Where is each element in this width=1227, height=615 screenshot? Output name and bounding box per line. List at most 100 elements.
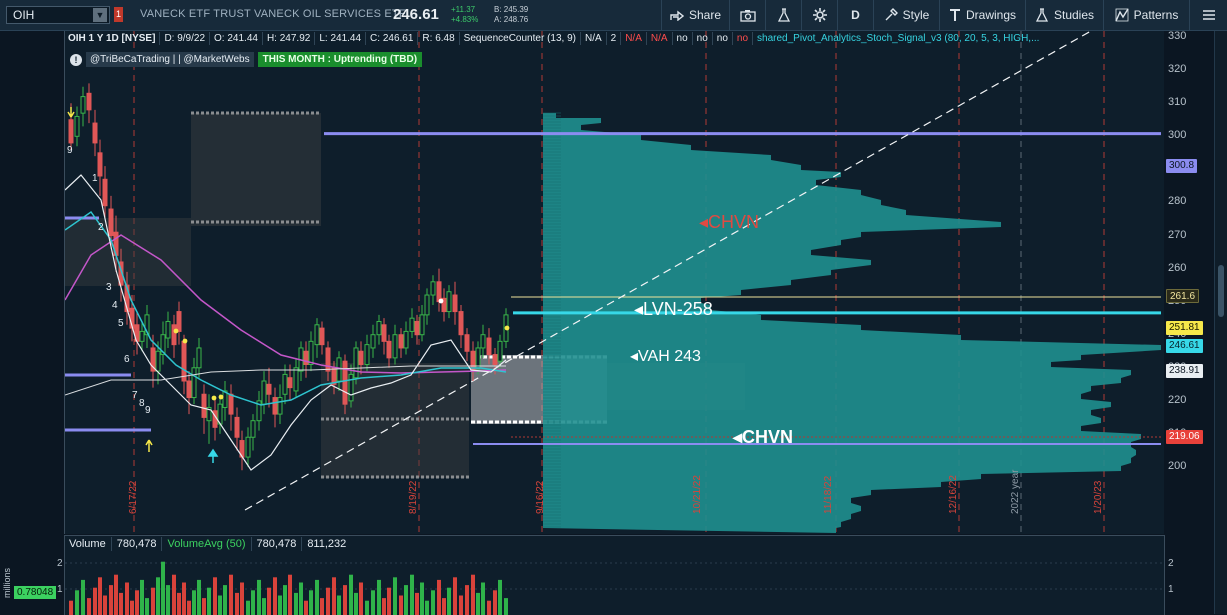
left-gutter xyxy=(0,31,64,614)
volume-bar xyxy=(415,593,419,615)
candle-body xyxy=(481,335,485,348)
volume-bar xyxy=(359,583,363,615)
volume-bar xyxy=(453,577,457,615)
candle-body xyxy=(81,97,85,114)
volume-bar xyxy=(161,562,165,615)
candle-body xyxy=(415,321,419,334)
study-sequence-counter[interactable]: SequenceCounter (13, 9) xyxy=(460,32,581,45)
price-axis-label: 300 xyxy=(1168,129,1186,141)
scrollbar-thumb[interactable] xyxy=(1218,265,1224,317)
volume-avg-label[interactable]: VolumeAvg (50) xyxy=(162,537,251,551)
study-value: N/A xyxy=(621,32,647,45)
volume-bar xyxy=(471,575,475,615)
volume-bar xyxy=(320,598,324,615)
volume-bar xyxy=(304,601,308,615)
volume-bar xyxy=(187,601,191,615)
volume-bar xyxy=(235,593,239,615)
vertical-scrollbar[interactable] xyxy=(1214,31,1227,614)
chevron-down-icon[interactable]: ▼ xyxy=(93,8,107,22)
volume-bar xyxy=(420,583,424,615)
lvn-annotation: ◂LVN-258 xyxy=(634,299,713,320)
settings-button[interactable] xyxy=(801,0,837,30)
volume-bar xyxy=(229,575,233,615)
volume-bar xyxy=(151,588,155,615)
top-toolbar: ▼ 1 VANECK ETF TRUST VANECK OIL SERVICES… xyxy=(0,0,1227,31)
volume-study-label[interactable]: Volume xyxy=(64,537,112,551)
candle-body xyxy=(288,378,292,388)
studies-flask-icon xyxy=(1035,8,1049,22)
volume-bar xyxy=(267,588,271,615)
price-axis-label: 220 xyxy=(1168,394,1186,406)
level-price-tag: 219.06 xyxy=(1166,430,1203,444)
bar-date: D: 9/9/22 xyxy=(160,32,210,45)
candle-body xyxy=(354,348,358,378)
study-pivot-analytics[interactable]: shared_Pivot_Analytics_Stoch_Signal_v3 (… xyxy=(753,32,1043,45)
volume-header: Volume 780,478 VolumeAvg (50) 780,478 81… xyxy=(64,537,351,551)
snapshot-button[interactable] xyxy=(729,0,765,30)
trend-label: THIS MONTH : Uptrending (TBD) xyxy=(258,52,422,67)
chvn-bottom-annotation: ◂CHVN xyxy=(733,427,793,448)
volume-bar xyxy=(393,577,397,615)
flask-button[interactable] xyxy=(765,0,801,30)
symbol-input[interactable] xyxy=(7,7,91,23)
volume-bar xyxy=(481,583,485,615)
drawings-label: Drawings xyxy=(966,8,1016,22)
volume-axis-title: millions xyxy=(2,568,12,598)
buy-arrow-icon xyxy=(146,440,152,452)
chart-label[interactable]: OIH 1 Y 1D [NYSE] xyxy=(64,32,160,45)
candle-body xyxy=(382,325,386,342)
candle-body xyxy=(166,321,170,338)
volume-value: 780,478 xyxy=(112,537,163,551)
candle-body xyxy=(387,341,391,358)
style-label: Style xyxy=(903,8,930,22)
date-label: 9/16/22 xyxy=(535,481,546,514)
volume-bar xyxy=(192,590,196,615)
price-axis-label: 200 xyxy=(1168,460,1186,472)
style-button[interactable]: Style xyxy=(873,0,939,30)
date-label: 6/17/22 xyxy=(128,481,139,514)
sequence-count-label: 6 xyxy=(124,354,130,365)
candle-body xyxy=(202,394,206,417)
candle-body xyxy=(410,318,414,331)
volume-bar xyxy=(130,601,134,615)
candle-body xyxy=(326,348,330,371)
study-header: OIH 1 Y 1D [NYSE] D: 9/9/22 O: 241.44 H:… xyxy=(64,31,1043,46)
studies-button[interactable]: Studies xyxy=(1025,0,1103,30)
sequence-count-label: 7 xyxy=(132,390,138,401)
bar-high: H: 247.92 xyxy=(263,32,315,45)
volume-bar xyxy=(365,601,369,615)
candle-body xyxy=(140,331,144,341)
gear-icon xyxy=(813,8,827,22)
candle-body xyxy=(93,123,97,143)
level-price-tag: 238.91 xyxy=(1166,364,1203,378)
share-button[interactable]: Share xyxy=(661,0,729,30)
study-value: no xyxy=(693,32,713,45)
menu-button[interactable] xyxy=(1189,0,1227,30)
patterns-button[interactable]: Patterns xyxy=(1103,0,1189,30)
volume-bar xyxy=(114,575,118,615)
volume-bar xyxy=(387,588,391,615)
volume-bar xyxy=(140,580,144,615)
volume-bar xyxy=(309,590,313,615)
volume-axis-label: 1 xyxy=(1168,584,1174,595)
symbol-selector[interactable]: ▼ xyxy=(6,6,110,24)
candle-body xyxy=(109,209,113,235)
candle-body xyxy=(349,374,353,400)
volume-current-tag: 0.78048 xyxy=(14,586,56,599)
price-chart[interactable] xyxy=(64,31,1165,534)
volume-bar xyxy=(119,593,123,615)
notice-icon[interactable]: ! xyxy=(70,54,82,66)
patterns-label: Patterns xyxy=(1134,8,1179,22)
volume-bar xyxy=(207,588,211,615)
volume-bar xyxy=(315,580,319,615)
aggregation-button[interactable]: D xyxy=(837,0,873,30)
volume-bar xyxy=(447,588,451,615)
volume-bar xyxy=(354,593,358,615)
drawings-button[interactable]: Drawings xyxy=(939,0,1025,30)
bar-low: L: 241.44 xyxy=(315,32,366,45)
candle-body xyxy=(337,358,341,381)
link-group-flag[interactable]: 1 xyxy=(114,7,123,22)
share-icon xyxy=(670,9,684,21)
signal-dot xyxy=(212,396,217,401)
volume-bar xyxy=(240,583,244,615)
